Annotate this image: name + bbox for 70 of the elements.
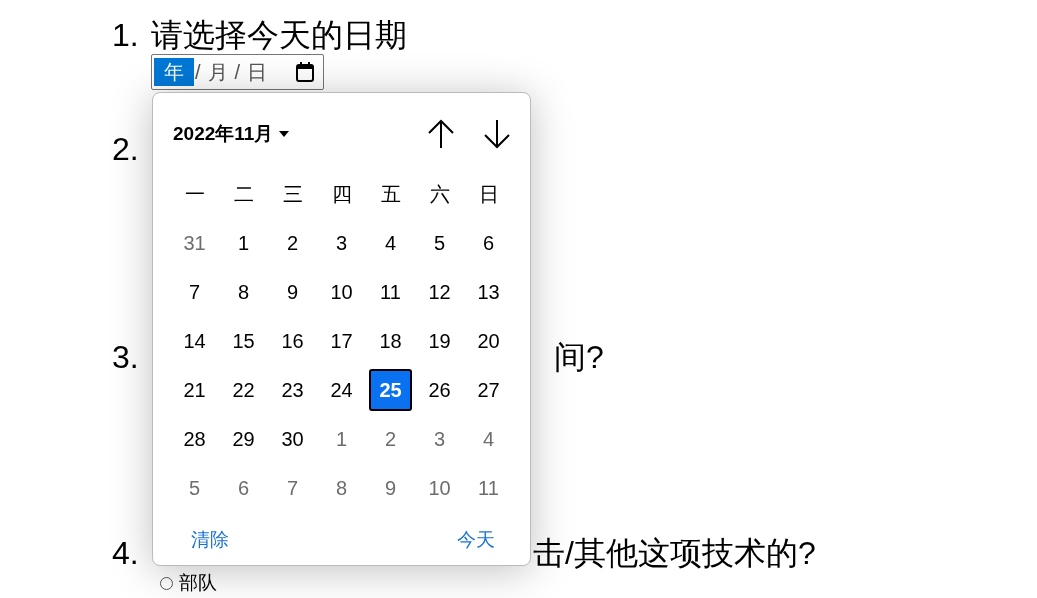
question-text: 间? xyxy=(554,338,604,376)
arrow-up-icon[interactable] xyxy=(427,119,455,149)
day-cell[interactable]: 21 xyxy=(173,369,216,411)
day-cell[interactable]: 24 xyxy=(320,369,363,411)
day-cell[interactable]: 7 xyxy=(173,271,216,313)
day-cell[interactable]: 14 xyxy=(173,320,216,362)
weekday-label: 六 xyxy=(428,181,451,207)
day-cell[interactable]: 3 xyxy=(320,222,363,264)
day-cell[interactable]: 23 xyxy=(271,369,314,411)
day-cell[interactable]: 10 xyxy=(320,271,363,313)
weekday-label: 二 xyxy=(232,181,255,207)
weekday-label: 一 xyxy=(183,181,206,207)
date-segment[interactable]: 年 xyxy=(154,58,194,86)
day-cell[interactable]: 17 xyxy=(320,320,363,362)
day-cell[interactable]: 9 xyxy=(369,467,412,509)
day-cell[interactable]: 6 xyxy=(467,222,510,264)
day-cell[interactable]: 3 xyxy=(418,418,461,460)
day-cell[interactable]: 6 xyxy=(222,467,265,509)
weekday-label: 日 xyxy=(477,181,500,207)
day-cell[interactable]: 20 xyxy=(467,320,510,362)
question-text: 击/其他这项技术的? xyxy=(533,534,816,572)
day-cell[interactable]: 22 xyxy=(222,369,265,411)
list-number: 2. xyxy=(112,130,140,168)
day-cell[interactable]: 5 xyxy=(173,467,216,509)
date-input-field[interactable]: 年 / 月 / 日 xyxy=(151,54,325,90)
day-cell[interactable]: 12 xyxy=(418,271,461,313)
date-segment[interactable]: 月 xyxy=(201,58,234,86)
day-cell[interactable]: 16 xyxy=(271,320,314,362)
calendar-icon[interactable] xyxy=(295,61,316,83)
day-cell[interactable]: 30 xyxy=(271,418,314,460)
day-cell[interactable]: 11 xyxy=(467,467,510,509)
day-cell[interactable]: 8 xyxy=(320,467,363,509)
caret-icon xyxy=(279,131,290,137)
day-cell[interactable]: 26 xyxy=(418,369,461,411)
arrow-down-icon[interactable] xyxy=(483,119,511,149)
day-cell[interactable]: 25 xyxy=(369,369,412,411)
day-cell[interactable]: 19 xyxy=(418,320,461,362)
today-button[interactable]: 今天 xyxy=(457,527,495,553)
weekday-label: 三 xyxy=(281,181,304,207)
day-cell[interactable]: 7 xyxy=(271,467,314,509)
weekday-label: 五 xyxy=(379,181,402,207)
day-cell[interactable]: 4 xyxy=(467,418,510,460)
option-label: 部队 xyxy=(179,572,217,594)
day-cell[interactable]: 18 xyxy=(369,320,412,362)
day-cell[interactable]: 9 xyxy=(271,271,314,313)
day-cell[interactable]: 1 xyxy=(320,418,363,460)
day-cell[interactable]: 8 xyxy=(222,271,265,313)
day-cell[interactable]: 1 xyxy=(222,222,265,264)
day-cell[interactable]: 27 xyxy=(467,369,510,411)
day-cell[interactable]: 28 xyxy=(173,418,216,460)
day-cell[interactable]: 29 xyxy=(222,418,265,460)
question-text: 请选择今天的日期 xyxy=(151,16,407,54)
day-cell[interactable]: 2 xyxy=(271,222,314,264)
day-cell[interactable]: 2 xyxy=(369,418,412,460)
clear-button[interactable]: 清除 xyxy=(191,527,229,553)
day-cell[interactable]: 5 xyxy=(418,222,461,264)
day-cell[interactable]: 15 xyxy=(222,320,265,362)
date-segment[interactable]: 日 xyxy=(241,58,274,86)
day-cell[interactable]: 4 xyxy=(369,222,412,264)
list-number: 1. xyxy=(112,16,140,54)
day-cell[interactable]: 13 xyxy=(467,271,510,313)
date-separator: / xyxy=(194,60,202,84)
weekday-label: 四 xyxy=(330,181,353,207)
month-selector[interactable]: 2022年11月 xyxy=(173,121,290,147)
list-number: 3. xyxy=(112,338,140,376)
list-number: 4. xyxy=(112,534,140,572)
date-separator: / xyxy=(233,60,242,84)
day-cell[interactable]: 10 xyxy=(418,467,461,509)
day-cell[interactable]: 31 xyxy=(173,222,216,264)
day-cell[interactable]: 11 xyxy=(369,271,412,313)
